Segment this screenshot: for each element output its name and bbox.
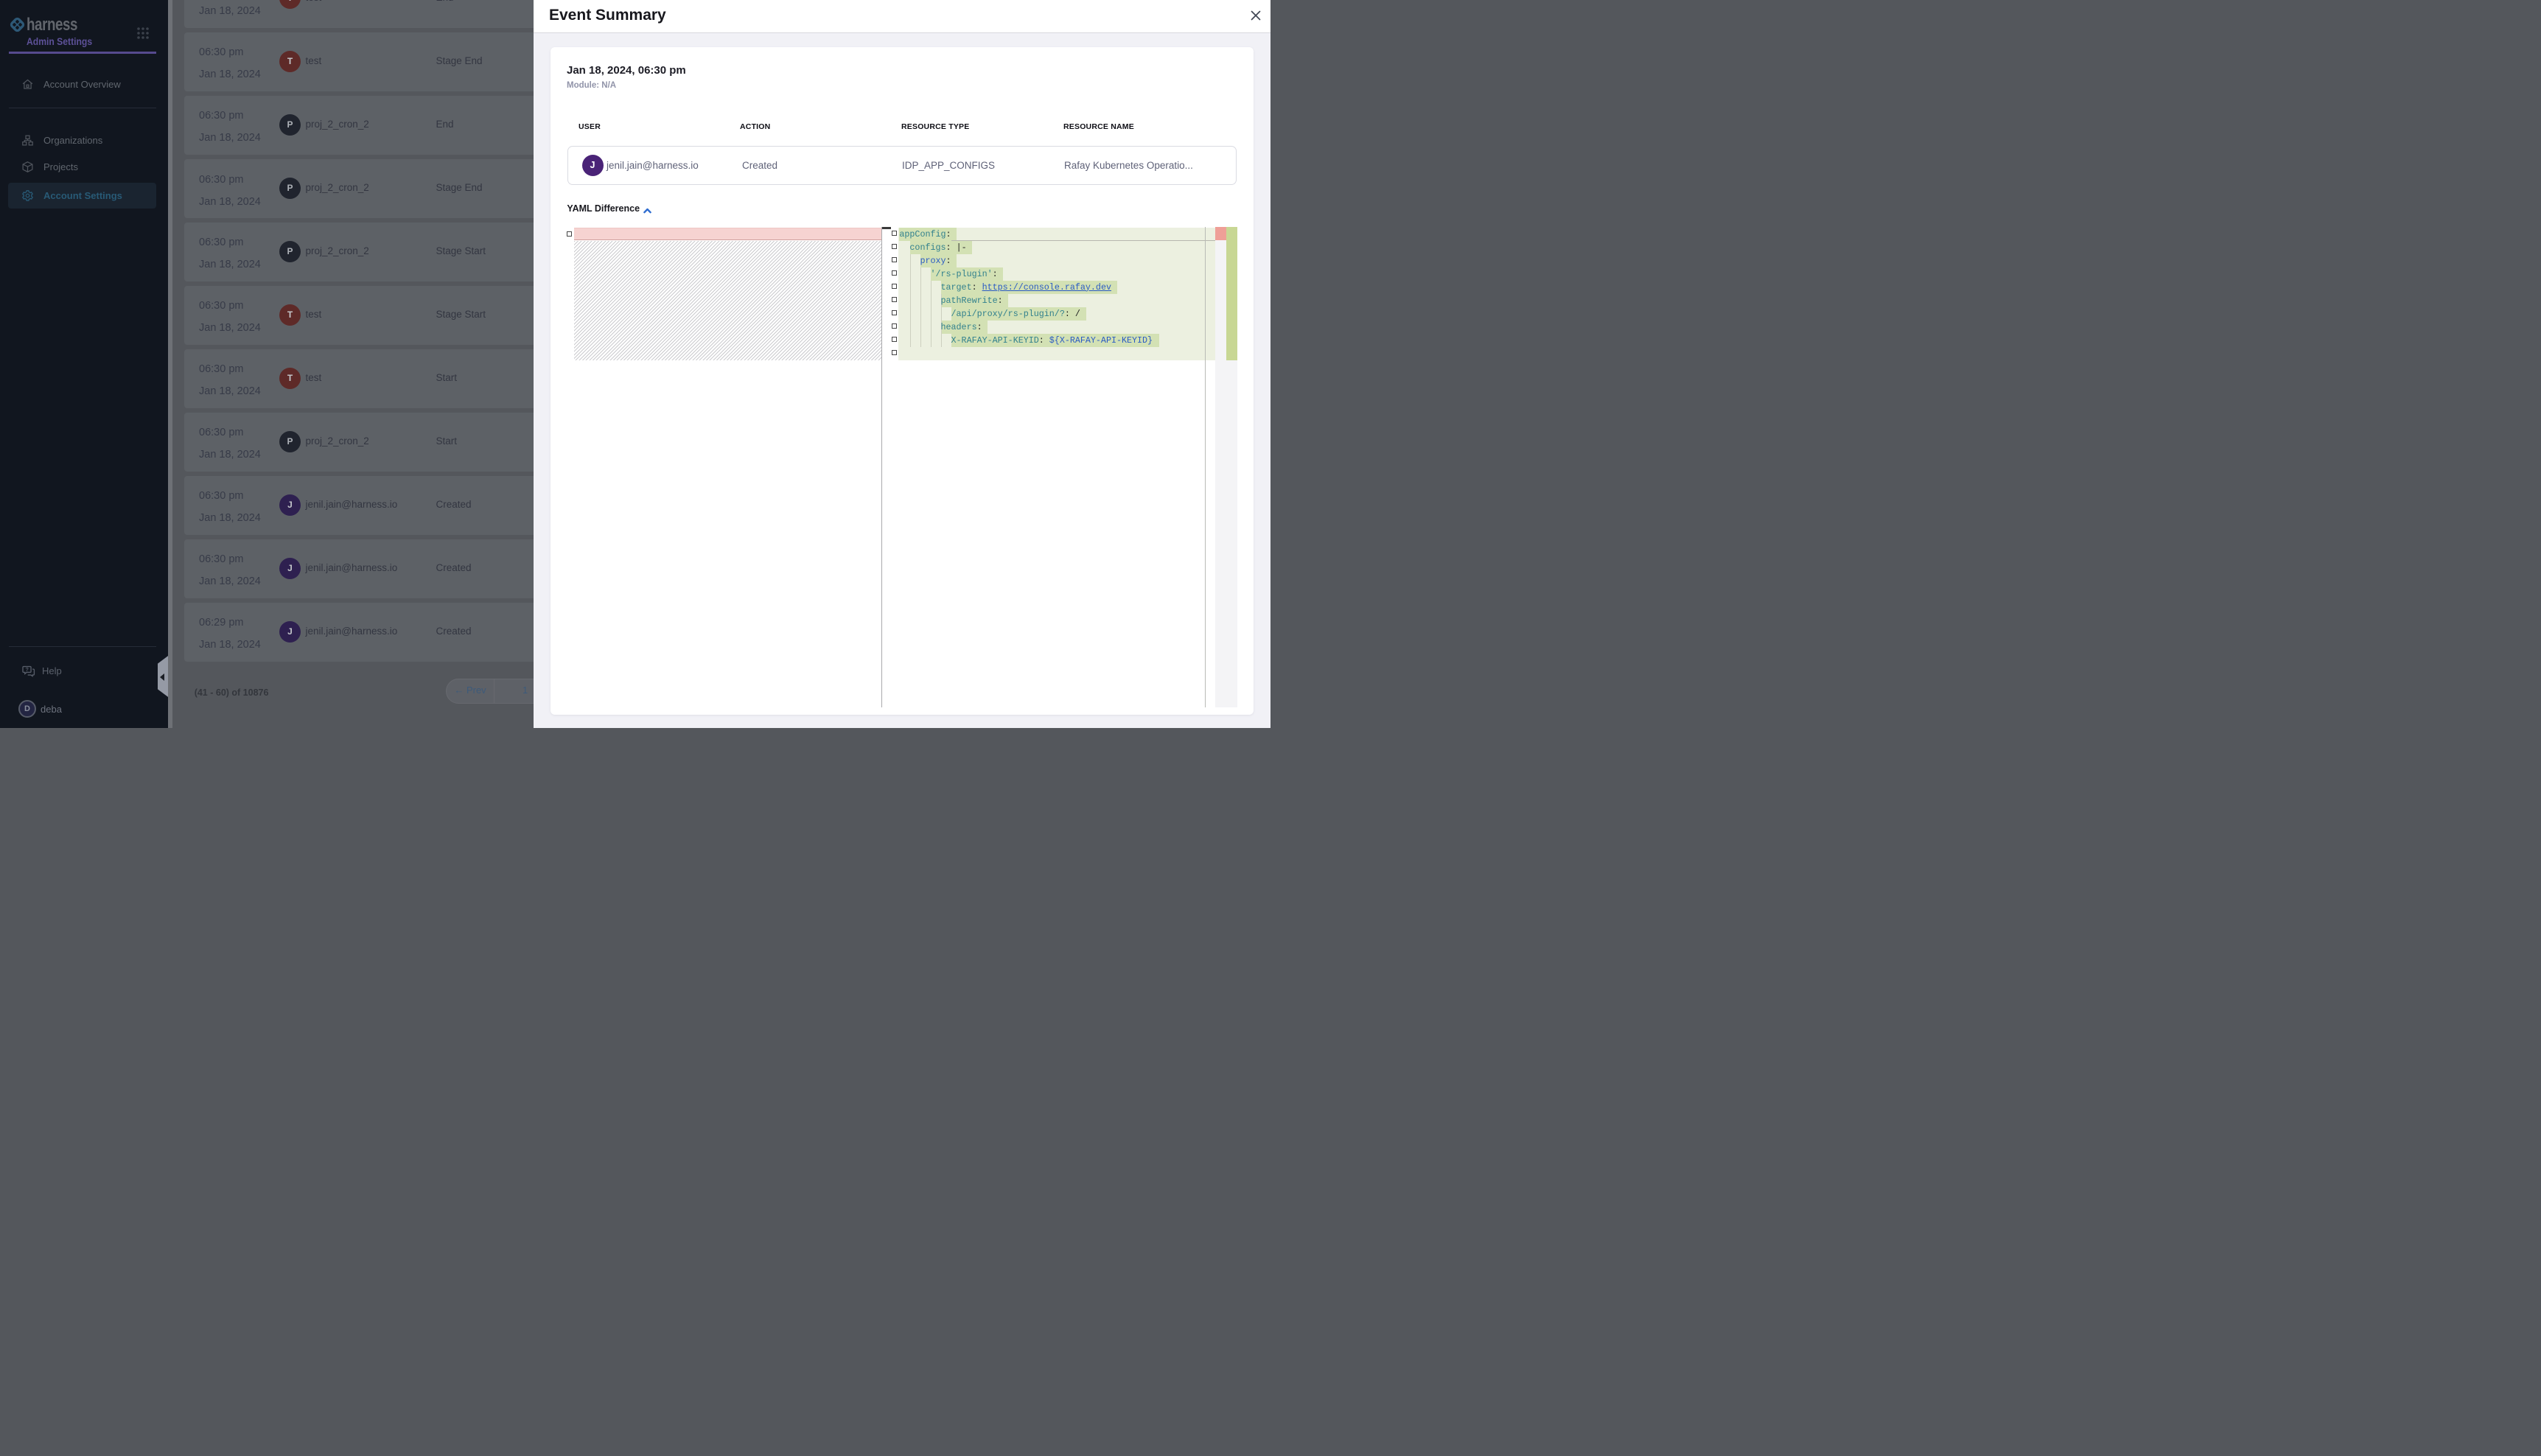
svg-text:?: ? bbox=[26, 667, 29, 673]
